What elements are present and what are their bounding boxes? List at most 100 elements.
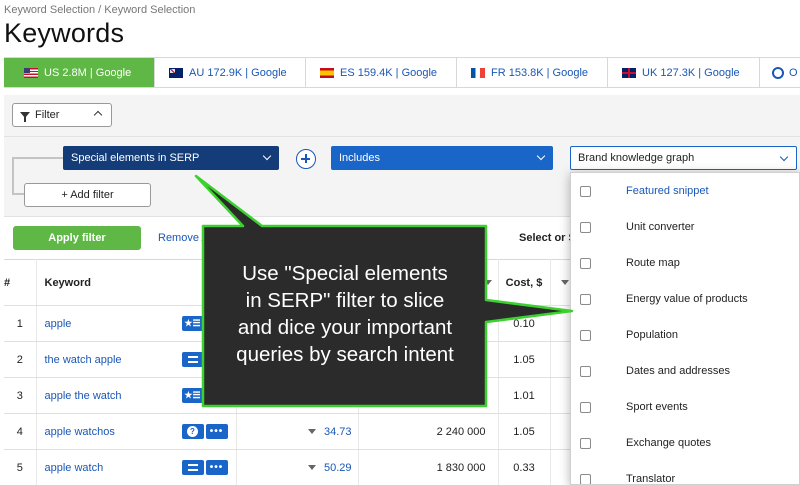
- tab-other[interactable]: O: [760, 58, 800, 87]
- dropdown-option-unit-converter[interactable]: Unit converter: [571, 209, 799, 245]
- filter-operator-select[interactable]: Includes: [331, 146, 553, 170]
- cost-cell: 0.10: [498, 305, 551, 342]
- remove-all-link[interactable]: Remove A: [158, 232, 209, 244]
- apply-filter-button[interactable]: Apply filter: [13, 226, 141, 250]
- row-num: 3: [4, 377, 37, 414]
- globe-icon: [772, 66, 784, 79]
- keyword-link[interactable]: apple: [45, 318, 72, 330]
- page-title: Keywords: [4, 18, 125, 48]
- special-elements-dropdown: Featured snippet Unit converter Route ma…: [570, 172, 800, 485]
- tab-label: O: [789, 66, 798, 79]
- header-num[interactable]: #: [4, 259, 37, 306]
- keyword-link[interactable]: apple watch: [45, 462, 104, 474]
- keyword-cell: apple watch •••: [36, 449, 237, 485]
- dropdown-option-exchange-quotes[interactable]: Exchange quotes: [571, 425, 799, 461]
- option-checkbox[interactable]: [580, 257, 591, 269]
- option-label: Exchange quotes: [626, 437, 712, 449]
- dropdown-option-energy-value[interactable]: Energy value of products: [571, 281, 799, 317]
- caret-down-icon[interactable]: [307, 429, 316, 435]
- au-flag-icon: [169, 67, 183, 78]
- filter-field-select[interactable]: Special elements in SERP: [63, 146, 279, 170]
- callout-line: and dice your important: [237, 316, 453, 339]
- volume-value[interactable]: 34.73: [324, 426, 352, 438]
- chevron-up-icon: [93, 110, 103, 120]
- option-checkbox[interactable]: [580, 221, 591, 233]
- tab-au[interactable]: AU 172.9K | Google: [155, 58, 306, 87]
- callout-line: queries by search intent: [236, 343, 454, 366]
- dropdown-option-dates-addresses[interactable]: Dates and addresses: [571, 353, 799, 389]
- serp-lines-icon[interactable]: [181, 460, 204, 475]
- option-checkbox[interactable]: [580, 473, 591, 484]
- us-flag-icon: [24, 67, 38, 78]
- option-checkbox[interactable]: [580, 329, 591, 341]
- dropdown-option-sport-events[interactable]: Sport events: [571, 389, 799, 425]
- tab-es[interactable]: ES 159.4K | Google: [306, 58, 457, 87]
- volume-cell: [236, 377, 359, 414]
- chevron-down-icon: [779, 152, 789, 162]
- chevron-down-icon: [536, 151, 546, 161]
- more-icon[interactable]: •••: [205, 388, 228, 403]
- serp-star-list-icon[interactable]: ★☰: [181, 388, 204, 403]
- more-icon[interactable]: •••: [205, 424, 228, 439]
- dropdown-option-population[interactable]: Population: [571, 317, 799, 353]
- row-num: 2: [4, 341, 37, 378]
- add-filter-button[interactable]: + Add filter: [24, 183, 151, 207]
- tab-label: UK 127.3K | Google: [642, 66, 740, 79]
- option-checkbox[interactable]: [580, 365, 591, 377]
- option-checkbox[interactable]: [580, 185, 591, 197]
- tab-label: FR 153.8K | Google: [491, 66, 589, 79]
- keyword-cell: apple the watch ★☰ •••: [36, 377, 237, 414]
- header-cost[interactable]: Cost, $: [498, 259, 551, 306]
- cost-cell: 1.01: [498, 377, 551, 414]
- serp-lines-icon[interactable]: [181, 352, 204, 367]
- cost-cell: 1.05: [498, 413, 551, 450]
- keyword-link[interactable]: apple watchos: [45, 426, 115, 438]
- row-num: 5: [4, 449, 37, 485]
- dropdown-option-route-map[interactable]: Route map: [571, 245, 799, 281]
- option-checkbox[interactable]: [580, 437, 591, 449]
- tab-us[interactable]: US 2.8M | Google: [4, 58, 155, 87]
- volume-value[interactable]: 50.29: [324, 462, 352, 474]
- uk-flag-icon: [622, 67, 636, 78]
- keyword-link[interactable]: the watch apple: [45, 354, 122, 366]
- option-checkbox[interactable]: [580, 293, 591, 305]
- keyword-link[interactable]: apple the watch: [45, 390, 122, 402]
- database-tabs: US 2.8M | Google AU 172.9K | Google ES 1…: [4, 57, 800, 88]
- filter-field-label: Special elements in SERP: [71, 152, 200, 164]
- funnel-icon: [20, 112, 30, 122]
- es-flag-icon: [320, 67, 334, 78]
- option-checkbox[interactable]: [580, 401, 591, 413]
- tab-label: ES 159.4K | Google: [340, 66, 438, 79]
- results-cell: 2 240 000: [358, 413, 499, 450]
- dropdown-option-featured-snippet[interactable]: Featured snippet: [571, 173, 799, 209]
- dropdown-option-translator[interactable]: Translator: [571, 461, 799, 484]
- add-condition-icon[interactable]: [296, 149, 316, 169]
- filter-operator-label: Includes: [339, 152, 380, 164]
- callout-line: in SERP" filter to slice: [245, 289, 445, 312]
- results-cell: 1 830 000: [358, 449, 499, 485]
- volume-cell: 50.29: [236, 449, 359, 485]
- tab-fr[interactable]: FR 153.8K | Google: [457, 58, 608, 87]
- cost-cell: 1.05: [498, 341, 551, 378]
- filter-toggle-button[interactable]: Filter: [12, 103, 112, 127]
- tab-label: US 2.8M | Google: [44, 66, 132, 79]
- breadcrumb: Keyword Selection / Keyword Selection: [4, 4, 196, 16]
- filter-value-select[interactable]: Brand knowledge graph: [570, 146, 797, 170]
- option-label: Dates and addresses: [626, 365, 730, 377]
- serp-star-list-icon[interactable]: ★☰: [181, 316, 204, 331]
- filter-toggle-label: Filter: [35, 109, 60, 121]
- keyword-cell: apple watchos ? •••: [36, 413, 237, 450]
- sort-caret-icon[interactable]: [561, 280, 569, 285]
- more-icon[interactable]: •••: [205, 460, 228, 475]
- filter-value-label: Brand knowledge graph: [578, 152, 695, 164]
- question-icon[interactable]: ?: [181, 424, 204, 439]
- option-label: Sport events: [626, 401, 688, 413]
- sort-caret-icon[interactable]: [484, 280, 492, 285]
- volume-cell: 34.73: [236, 413, 359, 450]
- callout-line: Use "Special elements: [242, 262, 448, 285]
- option-label: Energy value of products: [626, 293, 748, 305]
- callout-text: Use "Special elements in SERP" filter to…: [205, 260, 485, 368]
- caret-down-icon[interactable]: [307, 465, 316, 471]
- option-label: Unit converter: [626, 221, 695, 233]
- tab-uk[interactable]: UK 127.3K | Google: [608, 58, 760, 87]
